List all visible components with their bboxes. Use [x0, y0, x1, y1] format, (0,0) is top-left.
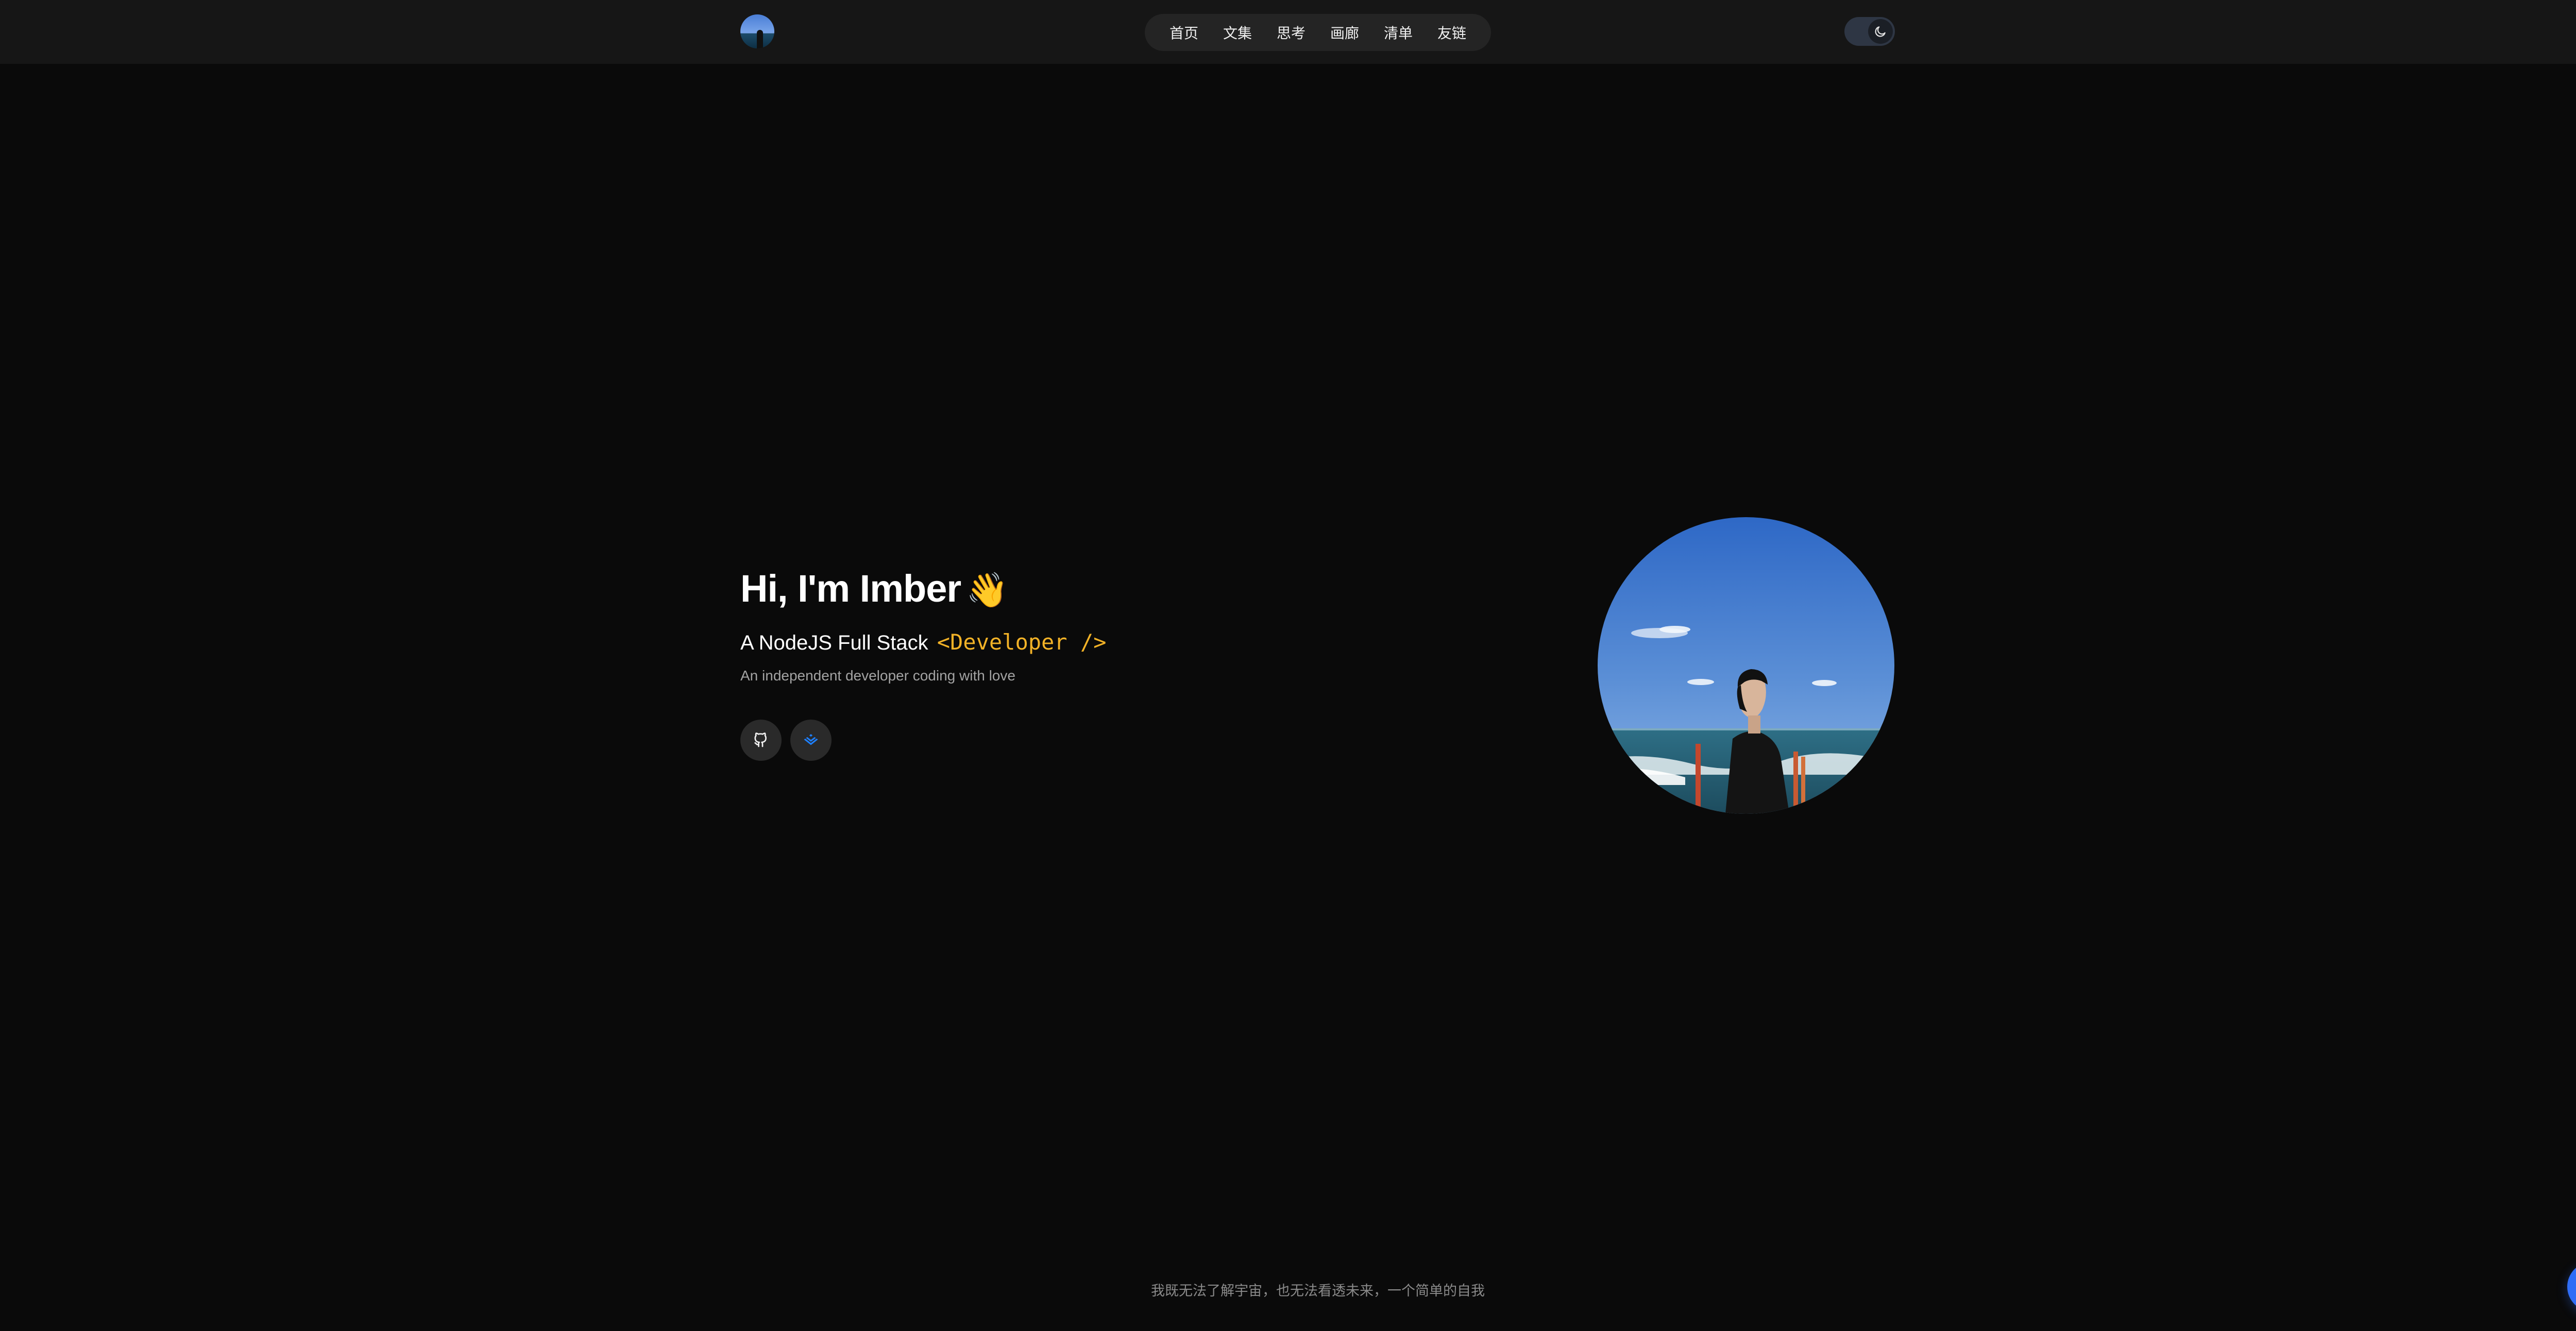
- juejin-icon: [804, 734, 818, 745]
- chat-button[interactable]: [2567, 1262, 2576, 1311]
- hero-description: An independent developer coding with lov…: [740, 668, 1015, 684]
- nav-item-list[interactable]: 清单: [1371, 22, 1425, 43]
- github-link-button[interactable]: [740, 720, 782, 761]
- logo-avatar[interactable]: [740, 14, 774, 48]
- hero-subtitle-code: <Developer />: [937, 629, 1107, 655]
- nav-item-gallery[interactable]: 画廊: [1318, 22, 1371, 43]
- moon-icon: [1875, 26, 1886, 37]
- avatar-figure: [757, 30, 763, 48]
- hero-title-text: Hi, I'm Imber: [740, 567, 961, 610]
- theme-toggle[interactable]: [1844, 17, 1895, 46]
- waving-hand-emoji: 👋: [966, 571, 1008, 609]
- hero-subtitle: A NodeJS Full Stack <Developer />: [740, 629, 1106, 655]
- portrait-illustration: [1598, 517, 1894, 814]
- portrait-photo: [1598, 517, 1894, 814]
- hero-subtitle-prefix: A NodeJS Full Stack: [740, 632, 928, 654]
- github-icon: [754, 732, 767, 747]
- nav-item-friends[interactable]: 友链: [1425, 22, 1479, 43]
- nav-item-thoughts[interactable]: 思考: [1264, 22, 1318, 43]
- page: 首页 文集 思考 画廊 清单 友链 Hi, I'm Imber 👋 A NodeJ…: [0, 0, 2576, 1331]
- top-header: 首页 文集 思考 画廊 清单 友链: [0, 0, 2576, 64]
- nav-item-articles[interactable]: 文集: [1211, 22, 1264, 43]
- nav-item-home[interactable]: 首页: [1157, 22, 1211, 43]
- footer-quote: 我既无法了解宇宙，也无法看透未来，一个简单的自我: [1151, 1283, 1485, 1299]
- hero-title: Hi, I'm Imber 👋: [740, 567, 1008, 610]
- theme-toggle-knob: [1868, 19, 1893, 44]
- juejin-link-button[interactable]: [790, 720, 832, 761]
- main-nav: 首页 文集 思考 画廊 清单 友链: [1145, 14, 1491, 51]
